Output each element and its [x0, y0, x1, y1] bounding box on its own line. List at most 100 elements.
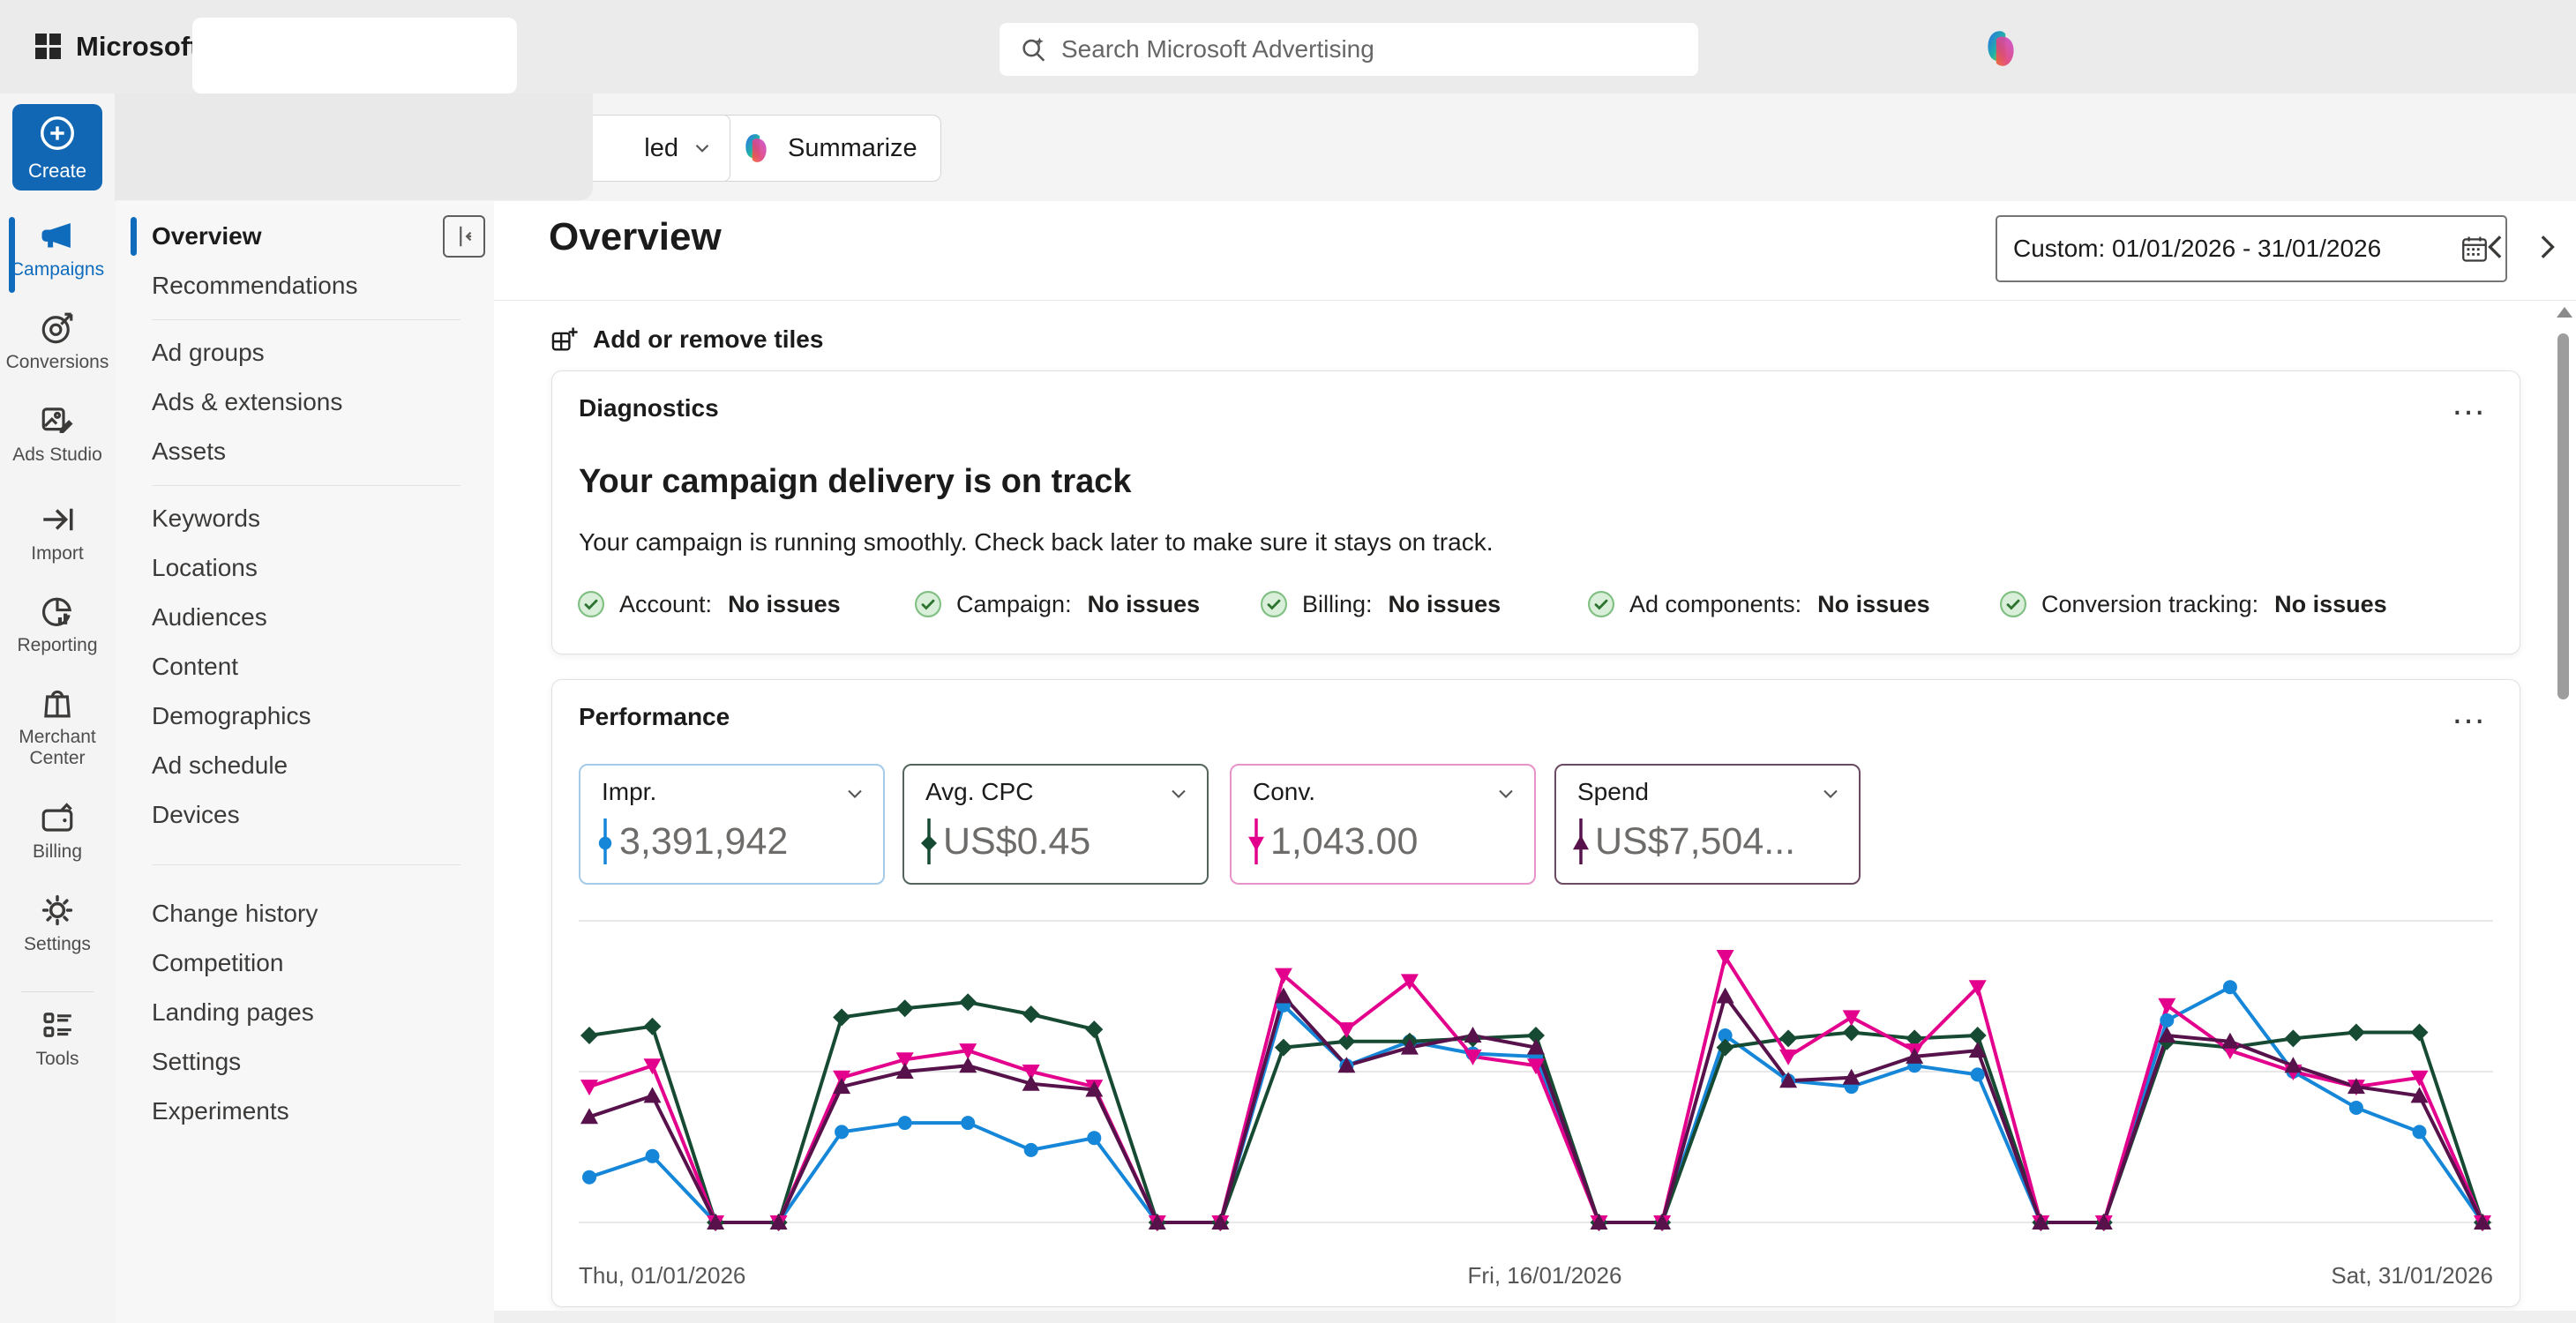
sidebar-item-locations[interactable]: Locations	[152, 543, 452, 593]
gear-icon	[37, 892, 78, 929]
megaphone-icon	[37, 217, 78, 254]
metric-tile-impressions[interactable]: Impr. 3,391,942	[579, 764, 885, 885]
search-placeholder: Search Microsoft Advertising	[1061, 35, 1374, 64]
pie-chart-icon	[37, 593, 78, 630]
list-icon	[37, 1006, 78, 1043]
shopping-bag-icon	[37, 684, 78, 721]
rail-item-tools[interactable]: Tools	[0, 1006, 115, 1070]
sidebar-item-recommendations[interactable]: Recommendations	[152, 261, 452, 310]
diagnostics-title: Diagnostics	[579, 394, 719, 422]
sidebar-divider	[152, 485, 461, 486]
sidebar-item-ads-extensions[interactable]: Ads & extensions	[152, 377, 452, 427]
chevron-down-icon	[1818, 781, 1843, 806]
create-label: Create	[28, 160, 86, 183]
sidebar-item-experiments[interactable]: Experiments	[152, 1087, 452, 1136]
metric-tile-spend[interactable]: Spend US$7,504...	[1554, 764, 1861, 885]
scrollbar-up-arrow[interactable]	[2557, 307, 2572, 318]
performance-title: Performance	[579, 703, 730, 731]
chevron-down-icon	[1166, 781, 1191, 806]
rail-item-conversions[interactable]: Conversions	[0, 310, 115, 373]
top-bar: Microsoft Advertising Search Microsoft A…	[0, 0, 2576, 93]
more-options-icon[interactable]	[2451, 384, 2488, 423]
date-range-picker[interactable]: Custom: 01/01/2026 - 31/01/2026	[1996, 215, 2507, 282]
import-arrow-icon	[37, 501, 78, 538]
microsoft-logo-icon	[35, 34, 62, 60]
performance-card: Performance Impr. 3,391,942 Avg. CPC US$…	[551, 679, 2520, 1307]
x-axis-label-mid: Fri, 16/01/2026	[1404, 1262, 1686, 1289]
scrollbar-thumb[interactable]	[2557, 333, 2569, 699]
sidebar-item-change-history[interactable]: Change history	[152, 889, 452, 938]
header-divider	[494, 300, 2576, 301]
check-circle-icon	[575, 588, 607, 620]
add-or-remove-tiles-button[interactable]: Add or remove tiles	[549, 319, 823, 360]
redacted-account-selector[interactable]	[192, 18, 517, 93]
check-circle-icon	[912, 588, 944, 620]
date-prev-icon[interactable]	[2479, 229, 2514, 265]
summarize-button[interactable]: Summarize	[715, 115, 941, 182]
chevron-down-icon	[691, 137, 714, 160]
sidebar-active-indicator	[131, 217, 137, 256]
sidebar-divider	[152, 319, 461, 320]
summarize-label: Summarize	[788, 134, 917, 163]
sidebar-divider	[152, 864, 461, 865]
more-options-icon[interactable]	[2451, 692, 2488, 732]
status-billing: Billing:No issues	[1258, 585, 1501, 624]
main-content: Overview Custom: 01/01/2026 - 31/01/2026	[494, 201, 2576, 1323]
status-account: Account:No issues	[575, 585, 841, 624]
rail-item-billing[interactable]: Billing	[0, 799, 115, 863]
x-axis-label-end: Sat, 31/01/2026	[2228, 1262, 2493, 1289]
metric-tile-conversions[interactable]: Conv. 1,043.00	[1230, 764, 1536, 885]
rail-item-reporting[interactable]: Reporting	[0, 593, 115, 656]
metric-tile-avg-cpc[interactable]: Avg. CPC US$0.45	[902, 764, 1209, 885]
chevron-down-icon	[842, 781, 867, 806]
create-button[interactable]: Create	[12, 104, 102, 191]
date-range-value: Custom: 01/01/2026 - 31/01/2026	[2013, 235, 2381, 263]
target-icon	[37, 310, 78, 347]
chevron-down-icon	[1494, 781, 1518, 806]
rail-item-import[interactable]: Import	[0, 501, 115, 564]
status-ad-components: Ad components:No issues	[1585, 585, 1930, 624]
rail-item-campaigns[interactable]: Campaigns	[0, 217, 115, 280]
add-tiles-icon	[549, 325, 579, 355]
series-marker-icon	[920, 817, 938, 866]
sidebar-item-demographics[interactable]: Demographics	[152, 691, 452, 741]
series-marker-icon	[1247, 817, 1265, 866]
rail-item-merchant-center[interactable]: Merchant Center	[0, 684, 115, 769]
sidebar-item-assets[interactable]: Assets	[152, 427, 452, 476]
sidebar-item-ad-groups[interactable]: Ad groups	[152, 328, 452, 377]
sidebar-item-devices[interactable]: Devices	[152, 790, 452, 840]
entity-status-dropdown-label: led	[644, 134, 678, 163]
diagnostics-card: Diagnostics Your campaign delivery is on…	[551, 370, 2520, 654]
performance-chart	[579, 905, 2493, 1242]
app-root: Microsoft Advertising Search Microsoft A…	[0, 0, 2576, 1323]
series-marker-icon	[1572, 817, 1590, 866]
sidebar-item-keywords[interactable]: Keywords	[152, 494, 452, 543]
page-title: Overview	[549, 215, 722, 259]
rail-divider	[21, 991, 94, 992]
sidebar-item-content[interactable]: Content	[152, 642, 452, 691]
rail-item-settings[interactable]: Settings	[0, 892, 115, 955]
plus-circle-icon	[37, 113, 78, 153]
copilot-icon[interactable]	[1979, 26, 2023, 71]
next-section-edge	[494, 1311, 2576, 1323]
x-axis-label-start: Thu, 01/01/2026	[579, 1262, 745, 1289]
sidebar-item-overview[interactable]: Overview	[152, 212, 452, 261]
sidebar-item-settings[interactable]: Settings	[152, 1037, 452, 1087]
diagnostics-heading: Your campaign delivery is on track	[579, 463, 1132, 501]
wallet-icon	[37, 799, 78, 836]
search-input[interactable]: Search Microsoft Advertising	[1000, 23, 1698, 76]
series-marker-icon	[596, 817, 614, 866]
search-sparkle-icon	[1019, 34, 1049, 64]
sidebar-item-landing-pages[interactable]: Landing pages	[152, 988, 452, 1037]
campaign-sidebar: Overview Recommendations Ad groups Ads &…	[115, 201, 495, 1323]
sidebar-item-competition[interactable]: Competition	[152, 938, 452, 988]
rail-item-ads-studio[interactable]: Ads Studio	[0, 402, 115, 466]
check-circle-icon	[1997, 588, 2029, 620]
redacted-breadcrumb-area	[115, 93, 593, 200]
left-rail: Create Campaigns Conversions Ads Studio	[0, 93, 116, 1323]
sidebar-item-audiences[interactable]: Audiences	[152, 593, 452, 642]
image-pen-icon	[37, 402, 78, 439]
date-next-icon[interactable]	[2528, 229, 2564, 265]
sidebar-item-ad-schedule[interactable]: Ad schedule	[152, 741, 452, 790]
check-circle-icon	[1585, 588, 1617, 620]
